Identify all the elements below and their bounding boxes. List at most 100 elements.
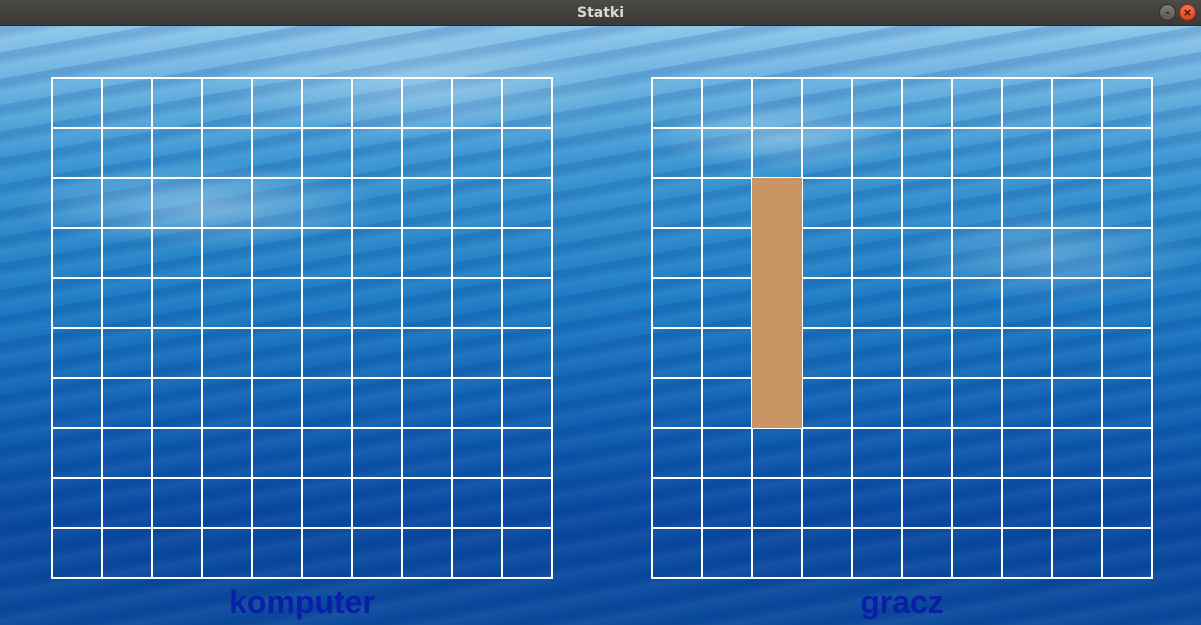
computer-cell[interactable] bbox=[203, 329, 253, 379]
computer-cell[interactable] bbox=[53, 329, 103, 379]
computer-cell[interactable] bbox=[453, 429, 503, 479]
computer-cell[interactable] bbox=[53, 529, 103, 579]
player-cell[interactable] bbox=[1003, 179, 1053, 229]
computer-cell[interactable] bbox=[503, 429, 553, 479]
player-cell[interactable] bbox=[1103, 129, 1153, 179]
player-board[interactable] bbox=[651, 77, 1153, 579]
computer-cell[interactable] bbox=[353, 279, 403, 329]
computer-cell[interactable] bbox=[53, 229, 103, 279]
player-cell[interactable] bbox=[1053, 429, 1103, 479]
player-cell[interactable] bbox=[853, 329, 903, 379]
computer-cell[interactable] bbox=[353, 379, 403, 429]
player-cell[interactable] bbox=[903, 429, 953, 479]
player-cell[interactable] bbox=[703, 429, 753, 479]
player-cell[interactable] bbox=[1103, 179, 1153, 229]
computer-cell[interactable] bbox=[103, 329, 153, 379]
computer-cell[interactable] bbox=[53, 279, 103, 329]
computer-cell[interactable] bbox=[303, 79, 353, 129]
computer-cell[interactable] bbox=[353, 79, 403, 129]
computer-cell[interactable] bbox=[453, 279, 503, 329]
computer-cell[interactable] bbox=[153, 479, 203, 529]
computer-cell[interactable] bbox=[103, 479, 153, 529]
player-cell[interactable] bbox=[653, 279, 703, 329]
computer-cell[interactable] bbox=[403, 129, 453, 179]
player-cell[interactable] bbox=[903, 379, 953, 429]
player-cell[interactable] bbox=[853, 529, 903, 579]
player-cell[interactable] bbox=[953, 229, 1003, 279]
computer-cell[interactable] bbox=[153, 129, 203, 179]
computer-cell[interactable] bbox=[353, 479, 403, 529]
computer-cell[interactable] bbox=[153, 379, 203, 429]
player-cell[interactable] bbox=[1003, 279, 1053, 329]
player-cell[interactable] bbox=[1053, 229, 1103, 279]
player-cell[interactable] bbox=[1003, 229, 1053, 279]
player-cell[interactable] bbox=[653, 229, 703, 279]
player-cell[interactable] bbox=[653, 529, 703, 579]
computer-cell[interactable] bbox=[53, 429, 103, 479]
player-cell[interactable] bbox=[803, 429, 853, 479]
computer-cell[interactable] bbox=[203, 479, 253, 529]
player-cell[interactable] bbox=[703, 329, 753, 379]
computer-cell[interactable] bbox=[103, 379, 153, 429]
player-cell[interactable] bbox=[853, 429, 903, 479]
player-cell[interactable] bbox=[1103, 429, 1153, 479]
computer-cell[interactable] bbox=[303, 479, 353, 529]
computer-cell[interactable] bbox=[253, 329, 303, 379]
player-cell[interactable] bbox=[1103, 79, 1153, 129]
computer-cell[interactable] bbox=[453, 179, 503, 229]
player-cell[interactable] bbox=[753, 529, 803, 579]
computer-cell[interactable] bbox=[253, 529, 303, 579]
computer-cell[interactable] bbox=[203, 179, 253, 229]
player-cell[interactable] bbox=[703, 179, 753, 229]
computer-cell[interactable] bbox=[503, 379, 553, 429]
player-cell[interactable] bbox=[1053, 79, 1103, 129]
player-cell[interactable] bbox=[853, 379, 903, 429]
computer-cell[interactable] bbox=[353, 129, 403, 179]
player-cell[interactable] bbox=[703, 129, 753, 179]
computer-cell[interactable] bbox=[153, 529, 203, 579]
computer-cell[interactable] bbox=[53, 79, 103, 129]
computer-cell[interactable] bbox=[353, 329, 403, 379]
computer-cell[interactable] bbox=[253, 179, 303, 229]
computer-cell[interactable] bbox=[203, 129, 253, 179]
player-cell[interactable] bbox=[1003, 379, 1053, 429]
player-cell[interactable] bbox=[903, 529, 953, 579]
player-cell[interactable] bbox=[1103, 479, 1153, 529]
player-cell[interactable] bbox=[853, 279, 903, 329]
computer-cell[interactable] bbox=[503, 129, 553, 179]
player-cell[interactable] bbox=[953, 279, 1003, 329]
computer-cell[interactable] bbox=[403, 279, 453, 329]
computer-cell[interactable] bbox=[303, 279, 353, 329]
computer-cell[interactable] bbox=[403, 229, 453, 279]
player-cell[interactable] bbox=[853, 179, 903, 229]
computer-cell[interactable] bbox=[103, 229, 153, 279]
player-cell[interactable] bbox=[1003, 329, 1053, 379]
minimize-button[interactable]: – bbox=[1159, 4, 1176, 21]
computer-cell[interactable] bbox=[303, 379, 353, 429]
computer-cell[interactable] bbox=[403, 529, 453, 579]
computer-cell[interactable] bbox=[53, 129, 103, 179]
player-cell[interactable] bbox=[753, 79, 803, 129]
computer-cell[interactable] bbox=[253, 479, 303, 529]
player-cell[interactable] bbox=[1003, 129, 1053, 179]
computer-cell[interactable] bbox=[253, 429, 303, 479]
player-cell[interactable] bbox=[1103, 329, 1153, 379]
computer-cell[interactable] bbox=[453, 129, 503, 179]
player-cell[interactable] bbox=[953, 329, 1003, 379]
player-cell[interactable] bbox=[953, 129, 1003, 179]
computer-cell[interactable] bbox=[253, 279, 303, 329]
player-cell[interactable] bbox=[653, 79, 703, 129]
computer-cell[interactable] bbox=[303, 179, 353, 229]
player-cell[interactable] bbox=[753, 129, 803, 179]
computer-cell[interactable] bbox=[203, 279, 253, 329]
player-cell[interactable] bbox=[1103, 229, 1153, 279]
player-cell[interactable] bbox=[653, 379, 703, 429]
player-cell[interactable] bbox=[1053, 129, 1103, 179]
player-cell[interactable] bbox=[703, 279, 753, 329]
player-cell[interactable] bbox=[653, 479, 703, 529]
player-cell[interactable] bbox=[953, 479, 1003, 529]
computer-cell[interactable] bbox=[203, 79, 253, 129]
player-cell[interactable] bbox=[803, 379, 853, 429]
player-cell[interactable] bbox=[953, 429, 1003, 479]
player-cell[interactable] bbox=[803, 129, 853, 179]
